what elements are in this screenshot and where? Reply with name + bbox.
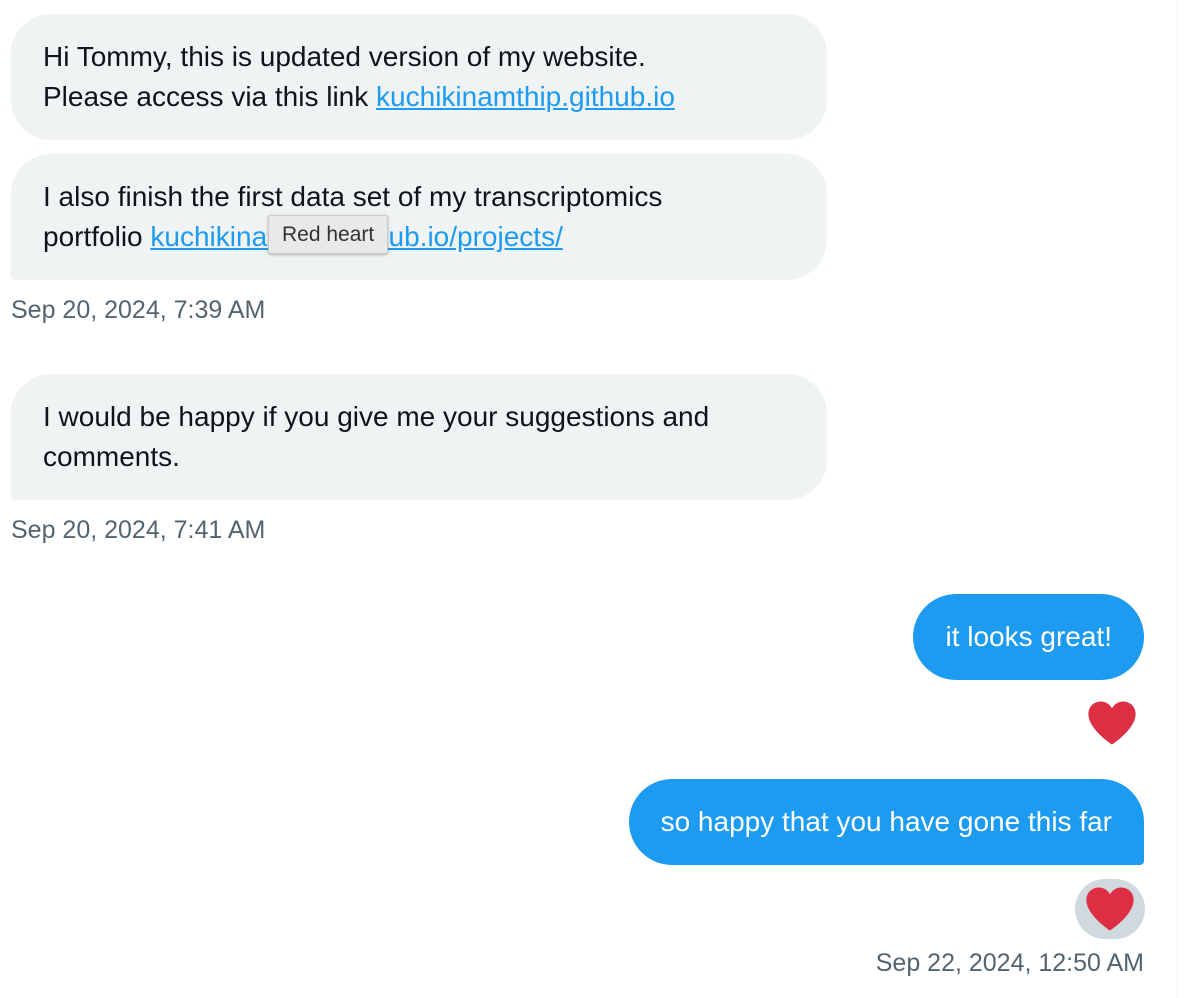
message-text: Please access via this link <box>43 81 377 112</box>
message-line: Please access via this link kuchikinamth… <box>43 77 795 117</box>
message-timestamp: Sep 20, 2024, 7:41 AM <box>11 516 266 544</box>
message-line: I also finish the first data set of my t… <box>43 181 663 212</box>
message-text: portfolio <box>43 221 151 252</box>
red-heart-reaction[interactable] <box>1082 693 1142 753</box>
incoming-message[interactable]: I also finish the first data set of my t… <box>11 154 827 280</box>
reaction-tooltip: Red heart <box>268 215 389 254</box>
message-line: I would be happy if you give me your sug… <box>43 401 710 432</box>
incoming-message[interactable]: I would be happy if you give me your sug… <box>11 374 827 500</box>
website-link[interactable]: kuchikinamthip.github.io <box>376 81 675 112</box>
message-timestamp: Sep 20, 2024, 7:39 AM <box>11 296 266 324</box>
outgoing-message[interactable]: so happy that you have gone this far <box>628 779 1144 865</box>
dm-conversation: Hi Tommy, this is updated version of my … <box>0 0 1186 998</box>
message-line: comments. <box>43 441 180 472</box>
message-line: portfolio kuchikinamthip.github.io/proje… <box>43 217 795 257</box>
incoming-message[interactable]: Hi Tommy, this is updated version of my … <box>11 14 827 140</box>
message-line: Hi Tommy, this is updated version of my … <box>43 41 646 72</box>
red-heart-reaction[interactable] <box>1075 879 1145 939</box>
heart-icon <box>1088 701 1136 745</box>
outgoing-message[interactable]: it looks great! <box>913 594 1144 680</box>
panel-divider <box>1177 0 1178 998</box>
message-timestamp: Sep 22, 2024, 12:50 AM <box>875 949 1144 977</box>
heart-icon <box>1086 887 1134 931</box>
